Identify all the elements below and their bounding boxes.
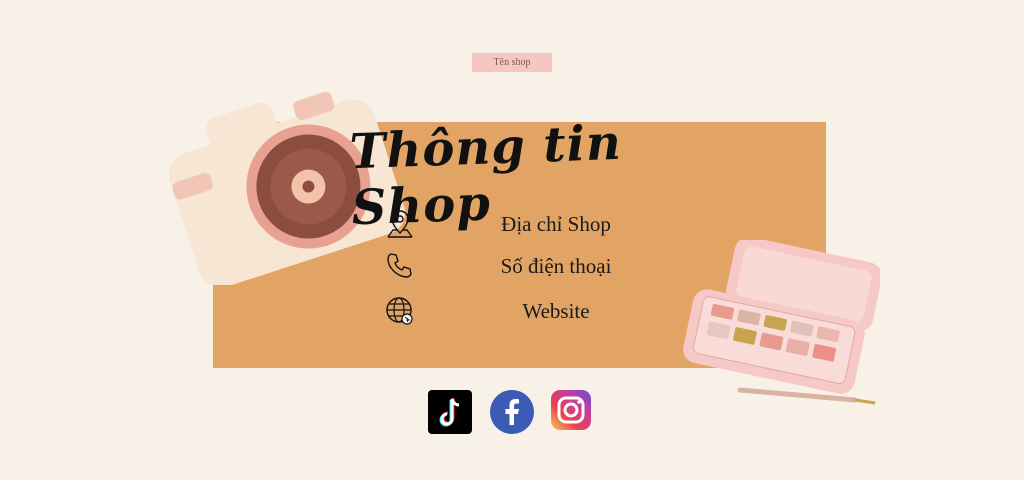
globe-icon xyxy=(386,297,413,325)
phone-row: Số điện thoại xyxy=(384,250,644,284)
tiktok-icon[interactable] xyxy=(428,390,472,434)
page-title: Thông tin Shop xyxy=(348,114,623,237)
address-label: Địa chỉ Shop xyxy=(501,212,611,236)
instagram-icon[interactable] xyxy=(551,390,591,430)
phone-label: Số điện thoại xyxy=(500,254,612,278)
facebook-icon[interactable] xyxy=(490,390,534,434)
eyeshadow-palette-illustration xyxy=(683,240,880,405)
map-pin-icon xyxy=(387,210,413,238)
shop-name-tag: Tên shop xyxy=(472,53,552,72)
website-row: Website xyxy=(384,295,644,329)
phone-icon xyxy=(387,253,412,278)
website-label: Website xyxy=(522,299,590,323)
address-row: Địa chỉ Shop xyxy=(384,208,644,242)
